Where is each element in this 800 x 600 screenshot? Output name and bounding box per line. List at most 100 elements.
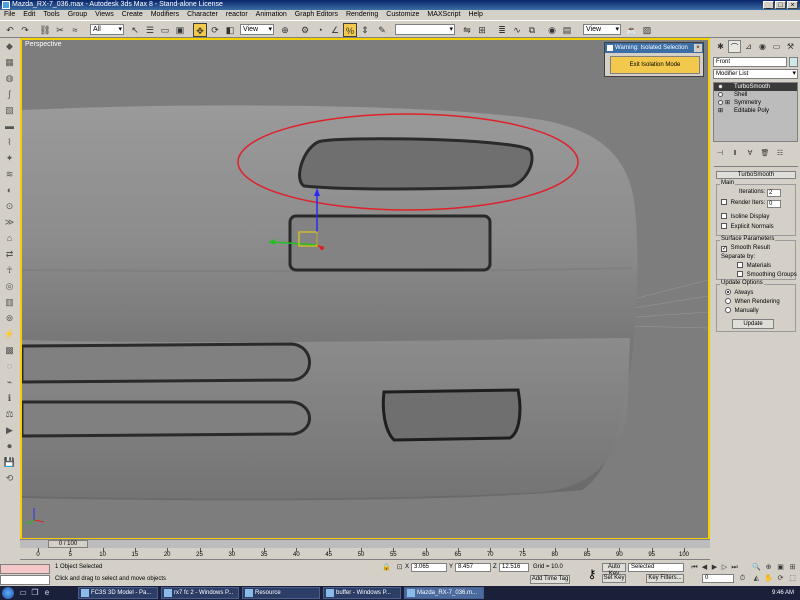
- active-shade-icon[interactable]: ▨: [640, 23, 654, 37]
- show-desktop-icon[interactable]: ▭: [18, 588, 28, 598]
- edit-named-selection-icon[interactable]: ✎: [375, 23, 389, 37]
- menu-group[interactable]: Group: [68, 10, 87, 20]
- switch-windows-icon[interactable]: ❐: [30, 588, 40, 598]
- maxscript-listener-white[interactable]: [0, 575, 50, 585]
- manually-radio[interactable]: [725, 307, 731, 313]
- ragdoll-icon[interactable]: ☥: [3, 264, 16, 277]
- key-filters-button[interactable]: Key Filters...: [646, 574, 684, 583]
- bind-spacewarp-icon[interactable]: ≈: [68, 23, 82, 37]
- menu-edit[interactable]: Edit: [23, 10, 35, 20]
- menu-maxscript[interactable]: MAXScript: [427, 10, 460, 20]
- viewport-render-dropdown[interactable]: View: [583, 24, 621, 35]
- track-bar[interactable]: 0 5 10 15 20 25 30 35 40 45 50 55 60 65 70 75 80 85 90 95 10…: [20, 548, 710, 560]
- prismatic-icon[interactable]: ▥: [3, 296, 16, 309]
- modifier-toggle-icon[interactable]: [718, 84, 723, 89]
- menu-file[interactable]: File: [4, 10, 15, 20]
- viewport-label[interactable]: Perspective: [25, 41, 62, 48]
- z-coordinate-field[interactable]: 12.516: [499, 563, 529, 572]
- current-frame-field[interactable]: 0: [702, 574, 734, 583]
- turbosmooth-rollout-header[interactable]: TurboSmooth: [716, 171, 796, 179]
- always-radio[interactable]: [725, 289, 731, 295]
- when-rendering-radio[interactable]: [725, 298, 731, 304]
- lock-selection-icon[interactable]: 🔒: [382, 563, 391, 572]
- stack-item-symmetry[interactable]: ⊞ Symmetry: [714, 99, 797, 107]
- properties-icon[interactable]: ℹ: [3, 392, 16, 405]
- modify-tab-icon[interactable]: ⌒: [728, 40, 741, 53]
- snaps-toggle-icon[interactable]: ◔: [313, 23, 327, 37]
- undo-icon[interactable]: ↶: [3, 23, 17, 37]
- schematic-view-icon[interactable]: ⧉: [525, 23, 539, 37]
- maximize-button[interactable]: □: [775, 1, 786, 9]
- save-state-icon[interactable]: 💾: [3, 456, 16, 469]
- material-editor-icon[interactable]: ◉: [545, 23, 559, 37]
- add-time-tag-button[interactable]: Add Time Tag: [530, 575, 570, 584]
- plane-icon[interactable]: ▬: [3, 120, 16, 133]
- task-rx7-fc2[interactable]: rx7 fc 2 - Windows P...: [161, 587, 239, 599]
- time-config-icon[interactable]: ⏱: [738, 574, 747, 583]
- hierarchy-tab-icon[interactable]: ⊿: [742, 40, 755, 53]
- align-icon[interactable]: ⊞: [475, 23, 489, 37]
- menu-tools[interactable]: Tools: [43, 10, 59, 20]
- smooth-result-checkbox[interactable]: ✓: [721, 246, 727, 252]
- menu-rendering[interactable]: Rendering: [346, 10, 378, 20]
- stack-item-shell[interactable]: Shell: [714, 91, 797, 99]
- show-end-result-icon[interactable]: Ⅱ: [729, 148, 741, 159]
- angle-snap-icon[interactable]: ∠: [328, 23, 342, 37]
- arc-rotate-icon[interactable]: ⟳: [776, 574, 785, 583]
- next-frame-icon[interactable]: ▷: [720, 563, 729, 572]
- cloth-icon[interactable]: ▦: [3, 56, 16, 69]
- selection-filter-dropdown[interactable]: All: [90, 24, 124, 35]
- render-iters-spinner[interactable]: 0: [767, 200, 782, 208]
- zoom-extents-all-icon[interactable]: ⊞: [788, 563, 797, 572]
- rope-icon[interactable]: ∫: [3, 88, 16, 101]
- reset-state-icon[interactable]: ⟲: [3, 472, 16, 485]
- y-coordinate-field[interactable]: 8.457: [455, 563, 491, 572]
- zoom-viewport-icon[interactable]: 🔍: [752, 563, 761, 572]
- window-crossing-icon[interactable]: ▣: [173, 23, 187, 37]
- field-of-view-icon[interactable]: ◭: [752, 574, 761, 583]
- minimize-button[interactable]: _: [763, 1, 774, 9]
- render-scene-icon[interactable]: ▤: [560, 23, 574, 37]
- utilities-tab-icon[interactable]: ⚒: [784, 40, 797, 53]
- menu-modifiers[interactable]: Modifiers: [151, 10, 179, 20]
- soft-body-icon[interactable]: ◍: [3, 72, 16, 85]
- configure-sets-icon[interactable]: ☷: [774, 148, 786, 159]
- unlink-icon[interactable]: ✂: [53, 23, 67, 37]
- object-color-swatch[interactable]: [789, 57, 798, 67]
- iterations-spinner[interactable]: 2: [767, 189, 782, 197]
- select-manipulate-icon[interactable]: ⚙: [298, 23, 312, 37]
- hinge-icon[interactable]: ⌂: [3, 232, 16, 245]
- wind-icon[interactable]: ≫: [3, 216, 16, 229]
- toy-car-icon[interactable]: ◐: [3, 184, 16, 197]
- soft-body-modifier-icon[interactable]: ◌: [3, 360, 16, 373]
- percent-snap-icon[interactable]: %: [343, 23, 357, 37]
- pin-stack-icon[interactable]: ⊣: [714, 148, 726, 159]
- pivot-center-icon[interactable]: ⊕: [278, 23, 292, 37]
- curve-editor-icon[interactable]: ∿: [510, 23, 524, 37]
- quick-render-icon[interactable]: ☕: [625, 23, 639, 37]
- menu-customize[interactable]: Customize: [386, 10, 419, 20]
- smoothing-groups-checkbox[interactable]: [737, 271, 743, 277]
- select-and-move-icon[interactable]: ✥: [193, 23, 207, 37]
- x-coordinate-field[interactable]: 3.065: [411, 563, 447, 572]
- key-mode-dropdown[interactable]: Selected: [628, 563, 684, 572]
- display-tab-icon[interactable]: ▭: [770, 40, 783, 53]
- object-name-field[interactable]: Front: [713, 57, 787, 67]
- fracture-constraint-icon[interactable]: ⚡: [3, 328, 16, 341]
- fracture-icon[interactable]: ✦: [3, 152, 16, 165]
- layer-manager-icon[interactable]: ≣: [495, 23, 509, 37]
- task-resource[interactable]: Resource: [242, 587, 320, 599]
- modifier-list-dropdown[interactable]: Modifier List: [713, 69, 798, 79]
- render-iters-checkbox[interactable]: [721, 199, 727, 205]
- motion-tab-icon[interactable]: ◉: [756, 40, 769, 53]
- go-to-end-icon[interactable]: ⏭: [730, 563, 739, 572]
- select-by-name-icon[interactable]: ☰: [143, 23, 157, 37]
- stack-item-turbosmooth[interactable]: TurboSmooth: [714, 83, 797, 91]
- menu-graph-editors[interactable]: Graph Editors: [295, 10, 338, 20]
- spinner-snap-icon[interactable]: ⇕: [358, 23, 372, 37]
- previous-frame-icon[interactable]: ◀: [700, 563, 709, 572]
- task-fc3s-model[interactable]: FC3S 3D Model - Pa...: [78, 587, 158, 599]
- deforming-mesh-icon[interactable]: ▧: [3, 104, 16, 117]
- link-icon[interactable]: ⛓: [38, 23, 52, 37]
- materials-checkbox[interactable]: [737, 262, 743, 268]
